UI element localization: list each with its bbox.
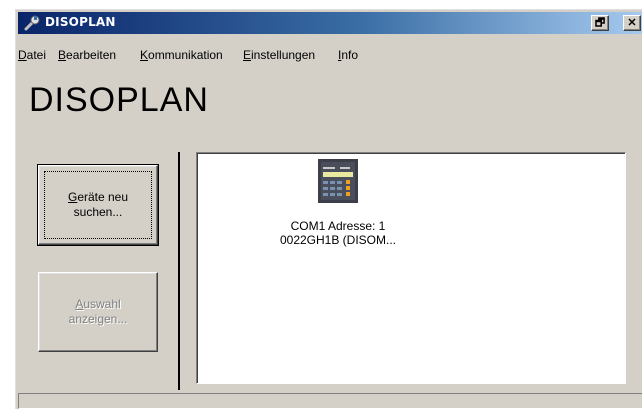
wrench-icon xyxy=(24,15,40,31)
status-bar xyxy=(18,393,642,409)
menu-kommunikation[interactable]: Kommunikation xyxy=(140,48,223,62)
menu-accelerator: K xyxy=(140,48,149,62)
menu-einstellungen[interactable]: Einstellungen xyxy=(243,48,315,62)
restore-icon: 🗗 xyxy=(594,17,606,29)
menu-datei[interactable]: Datei xyxy=(18,48,46,62)
device-list[interactable]: COM1 Adresse: 1 0022GH1B (DISOM... xyxy=(196,152,626,384)
menu-accelerator: B xyxy=(58,48,67,62)
search-devices-label: Geräte neu suchen... xyxy=(68,190,128,220)
restore-button[interactable]: 🗗 xyxy=(591,15,609,31)
vertical-separator xyxy=(178,152,180,390)
menu-label: atei xyxy=(26,48,47,62)
window-title: DISOPLAN xyxy=(45,15,116,29)
menu-info[interactable]: Info xyxy=(338,48,358,62)
device-terminal-icon xyxy=(318,159,358,203)
button-accelerator: G xyxy=(67,190,78,204)
menu-bar: Datei Bearbeiten Kommunikation Einstellu… xyxy=(18,36,642,62)
title-bar[interactable]: DISOPLAN 🗗 ✕ xyxy=(18,12,642,34)
app-window: DISOPLAN 🗗 ✕ Datei Bearbeiten Kommunikat… xyxy=(14,8,642,409)
close-icon: ✕ xyxy=(627,17,637,29)
show-selection-button[interactable]: Auswahl anzeigen... xyxy=(38,272,158,352)
menu-accelerator: E xyxy=(243,48,252,62)
menu-bearbeiten[interactable]: Bearbeiten xyxy=(58,48,116,62)
menu-label: instellungen xyxy=(251,48,316,62)
app-heading: DISOPLAN xyxy=(29,81,209,119)
menu-label: nfo xyxy=(341,48,359,62)
menu-label: earbeiten xyxy=(66,48,117,62)
show-selection-label: Auswahl anzeigen... xyxy=(69,297,128,327)
list-item[interactable]: COM1 Adresse: 1 0022GH1B (DISOM... xyxy=(268,159,408,247)
button-label-text: eräte neu suchen... xyxy=(73,190,129,219)
device-label: COM1 Adresse: 1 0022GH1B (DISOM... xyxy=(279,219,397,247)
search-devices-button[interactable]: Geräte neu suchen... xyxy=(37,164,159,246)
menu-label: ommunikation xyxy=(148,48,223,62)
menu-accelerator: D xyxy=(18,48,27,62)
close-button[interactable]: ✕ xyxy=(623,15,641,31)
